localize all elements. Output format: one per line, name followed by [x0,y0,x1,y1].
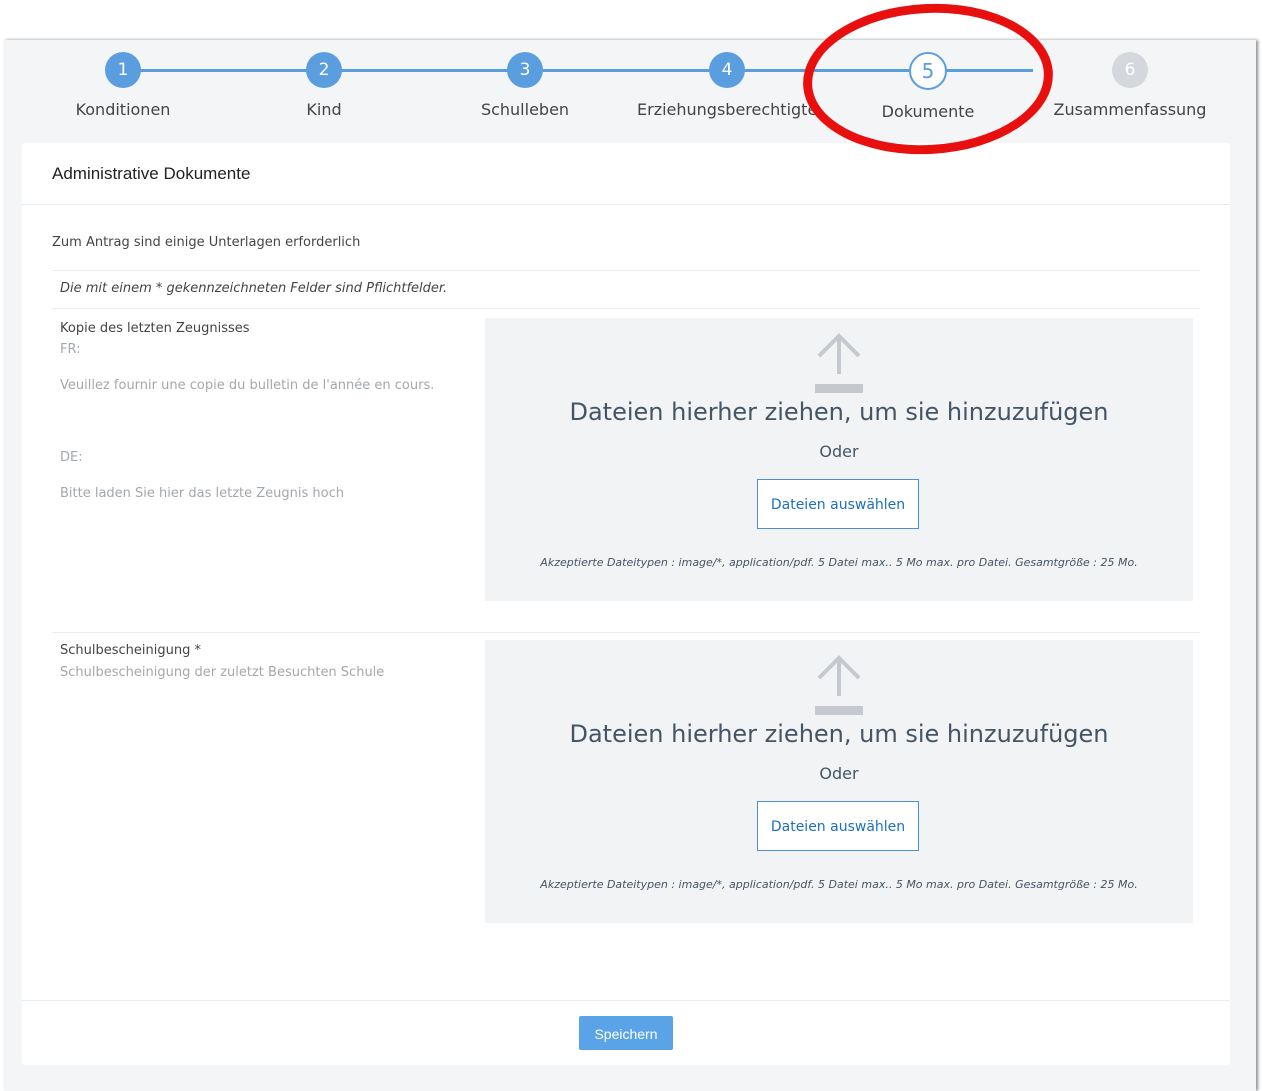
save-button[interactable]: Speichern [579,1016,673,1050]
upload-arrow-icon [815,655,863,715]
dropzone-or: Oder [819,442,859,461]
divider [52,308,1200,309]
step-erziehungsberechtigte[interactable]: 4 Erziehungsberechtigte [637,52,817,119]
step-number: 2 [306,52,342,88]
step-number: 3 [507,52,543,88]
footer-divider [22,1000,1230,1001]
step-label: Erziehungsberechtigte [637,100,818,119]
wizard-stepper: 1 Konditionen 2 Kind 3 Schulleben 4 Erzi… [4,0,1256,161]
field-de-label: DE: [60,450,83,465]
field-fr-label: FR: [60,342,81,357]
divider [52,270,1200,271]
step-label: Konditionen [75,100,171,119]
field-description: Schulbescheinigung der zuletzt Besuchten… [60,665,385,680]
step-label: Zusammenfassung [1053,100,1207,119]
divider [52,632,1200,633]
intro-text: Zum Antrag sind einige Unterlagen erford… [52,235,361,250]
dropzone-title: Dateien hierher ziehen, um sie hinzuzufü… [569,720,1109,748]
required-fields-hint: Die mit einem * gekennzeichneten Felder … [60,281,448,296]
step-kind[interactable]: 2 Kind [234,52,414,119]
field-label-zeugnis: Kopie des letzten Zeugnisses [60,321,250,336]
field-fr-text: Veuillez fournir une copie du bulletin d… [60,378,435,393]
select-files-button[interactable]: Dateien auswählen [757,479,919,529]
step-label: Kind [306,100,342,119]
step-label: Schulleben [480,100,570,119]
field-de-text: Bitte laden Sie hier das letzte Zeugnis … [60,486,344,501]
step-number: 6 [1112,52,1148,88]
red-highlight-annotation [799,0,1057,161]
step-schulleben[interactable]: 3 Schulleben [435,52,615,119]
accepted-filetypes-note: Akzeptierte Dateitypen : image/*, applic… [540,556,1138,569]
app-window: 1 Konditionen 2 Kind 3 Schulleben 4 Erzi… [4,0,1256,1091]
step-number: 4 [709,52,745,88]
field-label-schulbescheinigung: Schulbescheinigung * [60,643,201,658]
step-konditionen[interactable]: 1 Konditionen [33,52,213,119]
dropzone-schulbescheinigung[interactable]: Dateien hierher ziehen, um sie hinzuzufü… [485,640,1193,923]
card-title: Administrative Dokumente [22,143,1230,205]
dropzone-or: Oder [819,764,859,783]
accepted-filetypes-note: Akzeptierte Dateitypen : image/*, applic… [540,878,1138,891]
upload-arrow-icon [815,333,863,393]
dropzone-zeugnis[interactable]: Dateien hierher ziehen, um sie hinzuzufü… [485,318,1193,601]
step-number: 1 [105,52,141,88]
dropzone-title: Dateien hierher ziehen, um sie hinzuzufü… [569,398,1109,426]
select-files-button[interactable]: Dateien auswählen [757,801,919,851]
step-zusammenfassung[interactable]: 6 Zusammenfassung [1040,52,1220,119]
documents-card: Administrative Dokumente Zum Antrag sind… [22,143,1230,1065]
